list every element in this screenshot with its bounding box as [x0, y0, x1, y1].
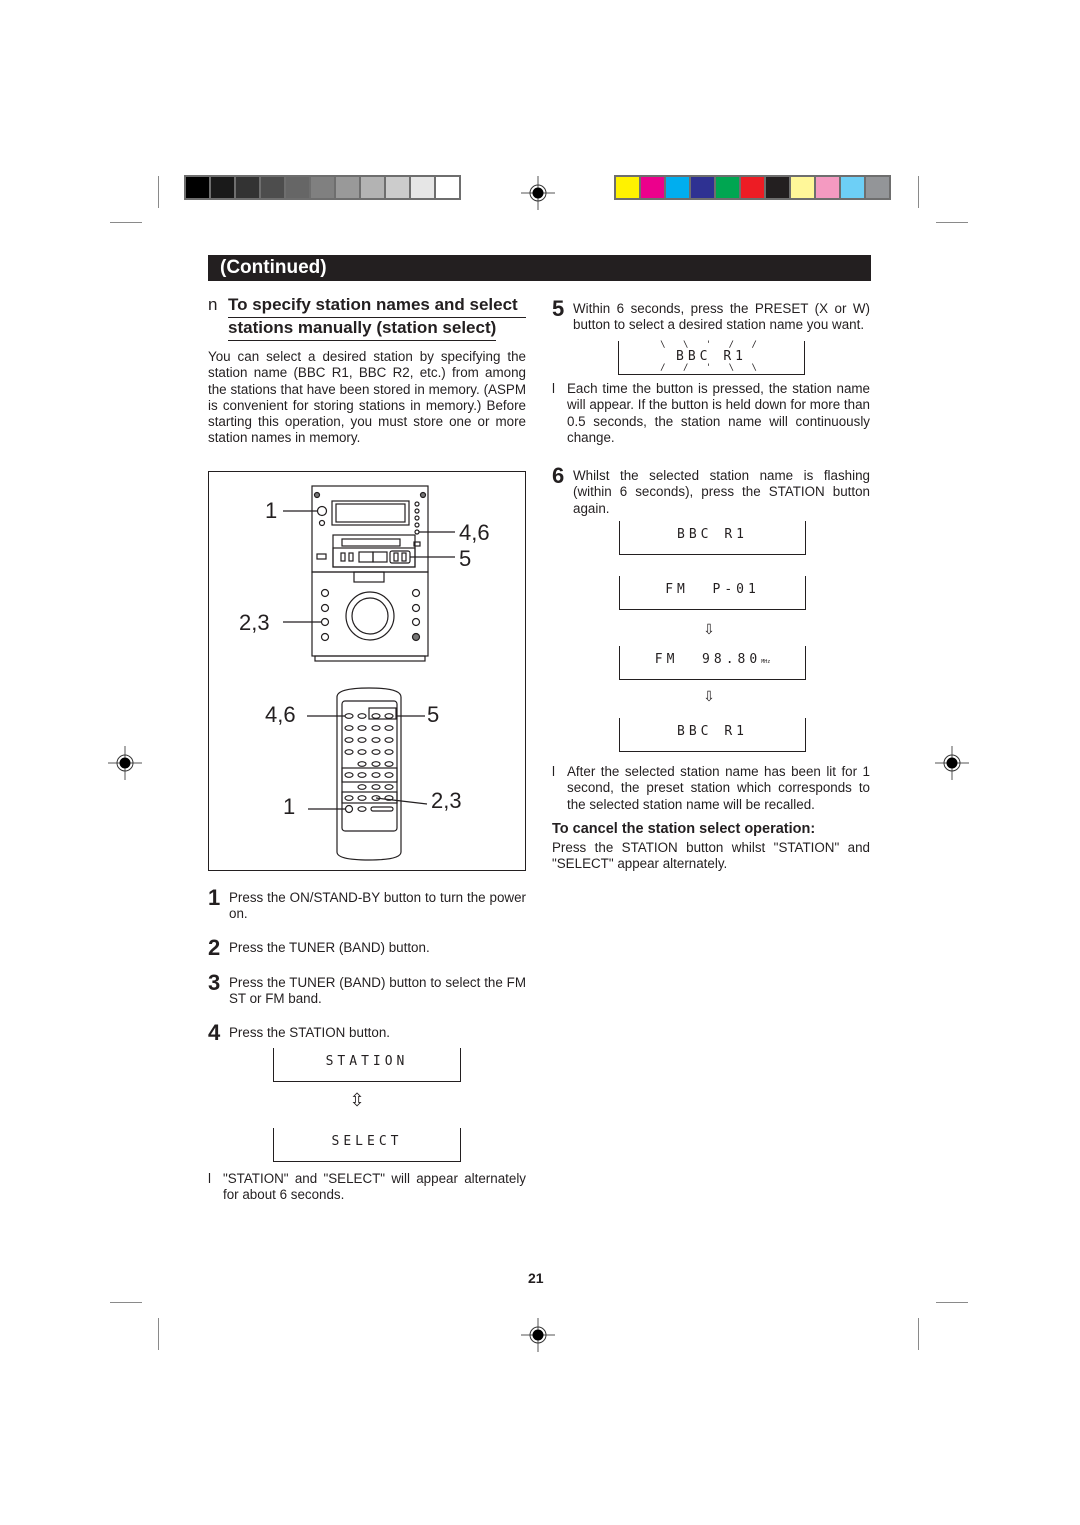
callout-station-button: 4,6: [459, 520, 490, 545]
color-calibration-bar: [614, 175, 891, 200]
registration-mark-icon: [108, 746, 142, 780]
lcd-display-bbc-flashing: \ \ ' / / BBC R1 / / ' \ \: [618, 341, 805, 375]
color-swatch: [841, 177, 864, 198]
lcd-display-fm-frequency: FM 98.80MHz: [619, 646, 806, 680]
color-swatch: [816, 177, 839, 198]
step-text: Press the TUNER (BAND) button to select …: [229, 975, 526, 1007]
color-swatch: [791, 177, 814, 198]
step-1: 1 Press the ON/STAND-BY button to turn t…: [208, 885, 526, 924]
step-5: 5 Within 6 seconds, press the PRESET (X …: [552, 296, 870, 335]
color-swatch: [411, 177, 434, 198]
note-text: "STATION" and "SELECT" will appear alter…: [223, 1171, 526, 1203]
color-swatch: [666, 177, 689, 198]
step-text: Press the TUNER (BAND) button.: [229, 940, 430, 955]
crop-mark: [110, 222, 142, 223]
callout-preset-buttons: 5: [459, 546, 472, 571]
registration-mark-icon: [935, 746, 969, 780]
crop-mark: [158, 1318, 159, 1350]
step-number: 2: [208, 935, 221, 960]
crop-mark: [936, 1302, 968, 1303]
cancel-text: Press the STATION button whilst "STATION…: [552, 840, 870, 872]
registration-mark-icon: [521, 176, 555, 210]
intro-paragraph: You can select a desired station by spec…: [208, 349, 526, 446]
step-text: Press the ON/STAND-BY button to turn the…: [229, 890, 526, 922]
step-text: Within 6 seconds, press the PRESET (X or…: [573, 301, 870, 333]
note-each-time: l Each time the button is pressed, the s…: [552, 381, 870, 447]
color-swatch: [336, 177, 359, 198]
callout-remote-power: 1: [283, 794, 296, 819]
color-swatch: [211, 177, 234, 198]
bullet-icon: n: [208, 295, 218, 314]
note-text: Each time the button is pressed, the sta…: [567, 381, 870, 445]
note-alternate: l "STATION" and "SELECT" will appear alt…: [208, 1171, 526, 1205]
crop-mark: [918, 176, 919, 208]
crop-mark: [158, 176, 159, 208]
color-swatch: [691, 177, 714, 198]
color-swatch: [311, 177, 334, 198]
lcd-display-station: STATION: [273, 1048, 461, 1082]
note-bullet: l: [552, 764, 555, 779]
crop-mark: [110, 1302, 142, 1303]
callout-power-button: 1: [265, 498, 278, 523]
callout-remote-tuner: 2,3: [431, 788, 462, 813]
down-arrow-icon: ⇩: [703, 688, 715, 704]
section-title-line2: stations manually (station select): [228, 317, 497, 341]
color-swatch: [286, 177, 309, 198]
crop-mark: [936, 222, 968, 223]
device-illustration: 1 4,6 5 2,3 4,6 5 1 2,3: [208, 471, 526, 871]
callout-remote-preset: 5: [427, 702, 440, 727]
lcd-display-fm-preset: FM P-01: [619, 576, 806, 610]
step-number: 4: [208, 1020, 221, 1045]
lcd-display-bbc-final: BBC R1: [619, 718, 806, 752]
callout-tuner-button: 2,3: [239, 610, 270, 635]
note-text: After the selected station name has been…: [567, 764, 870, 812]
grayscale-calibration-bar: [184, 175, 461, 200]
color-swatch: [436, 177, 459, 198]
color-swatch: [866, 177, 889, 198]
color-swatch: [716, 177, 739, 198]
section-title-line1: To specify station names and select: [228, 294, 526, 318]
color-swatch: [616, 177, 639, 198]
step-3: 3 Press the TUNER (BAND) button to selec…: [208, 970, 526, 1009]
note-bullet: l: [552, 381, 555, 396]
down-arrow-icon: ⇩: [703, 621, 715, 637]
step-6: 6 Whilst the selected station name is fl…: [552, 463, 870, 518]
step-4: 4 Press the STATION button.: [208, 1020, 526, 1045]
step-text: Press the STATION button.: [229, 1025, 390, 1040]
frequency-unit: MHz: [761, 659, 771, 665]
registration-mark-icon: [521, 1318, 555, 1352]
color-swatch: [741, 177, 764, 198]
step-number: 5: [552, 296, 565, 321]
color-swatch: [766, 177, 789, 198]
step-number: 3: [208, 970, 221, 995]
color-swatch: [236, 177, 259, 198]
step-number: 6: [552, 463, 565, 488]
step-number: 1: [208, 885, 221, 910]
lcd-display-select: SELECT: [273, 1128, 461, 1162]
crop-mark: [918, 1318, 919, 1350]
color-swatch: [361, 177, 384, 198]
step-2: 2 Press the TUNER (BAND) button.: [208, 935, 526, 960]
continued-header: (Continued): [208, 255, 871, 281]
color-swatch: [386, 177, 409, 198]
lcd-display-bbc: BBC R1: [619, 521, 806, 555]
flash-rays-bottom: / / ' \ \: [660, 363, 763, 373]
color-swatch: [641, 177, 664, 198]
color-swatch: [261, 177, 284, 198]
note-bullet: l: [208, 1171, 211, 1186]
color-swatch: [186, 177, 209, 198]
cancel-heading: To cancel the station select operation:: [552, 821, 816, 837]
note-after: l After the selected station name has be…: [552, 764, 870, 814]
callout-remote-station: 4,6: [265, 702, 296, 727]
up-down-arrow-icon: ⇳: [349, 1090, 365, 1110]
page-number: 21: [528, 1270, 544, 1286]
frequency-value: FM 98.80: [654, 652, 762, 667]
step-text: Whilst the selected station name is flas…: [573, 468, 870, 516]
